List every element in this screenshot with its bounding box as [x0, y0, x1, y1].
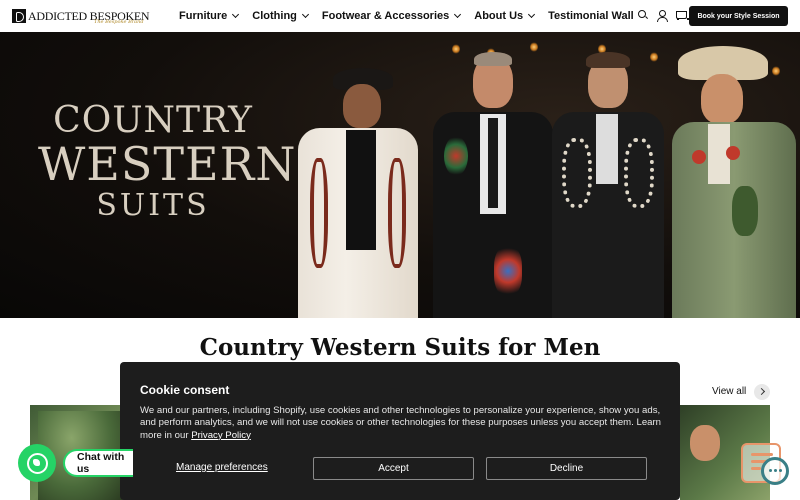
model-figure — [288, 68, 428, 318]
nav-item-about-us[interactable]: About Us — [474, 10, 536, 22]
product-image — [690, 425, 720, 461]
hero-banner[interactable]: COUNTRY WESTERN SUITS — [0, 32, 800, 318]
nav-item-label: Testimonial Wall — [548, 10, 634, 22]
hero-title-line: COUNTRY — [53, 100, 253, 141]
model-figure — [548, 52, 668, 318]
collection-title: Country Western Suits for Men — [199, 334, 601, 361]
text-line — [751, 467, 761, 470]
floral-embroidery — [444, 136, 468, 176]
decline-button[interactable]: Decline — [486, 457, 647, 480]
embroidery-pattern — [562, 138, 592, 208]
hero-title: COUNTRY WESTERN SUITS — [38, 100, 297, 224]
model-figure — [666, 46, 800, 318]
dot — [779, 469, 782, 472]
chevron-down-icon — [454, 10, 462, 19]
chat-label: Chat with us — [77, 451, 125, 475]
accept-button[interactable]: Accept — [313, 457, 474, 480]
model-hair — [586, 52, 630, 68]
rose-embroidery — [726, 146, 740, 160]
floral-embroidery — [494, 246, 522, 296]
logo-tagline: The Bespoke Brand — [94, 19, 144, 25]
cart-icon[interactable] — [675, 9, 689, 21]
user-icon[interactable] — [656, 9, 668, 22]
chevron-down-icon — [301, 10, 309, 19]
nav-item-label: Furniture — [179, 10, 228, 22]
privacy-policy-link[interactable]: Privacy Policy — [191, 430, 251, 441]
header-icons — [637, 9, 694, 22]
light-bulb-icon — [452, 44, 460, 54]
nav-item-label: Clothing — [252, 10, 297, 22]
dot — [774, 469, 777, 472]
hero-title-line: WESTERN — [38, 137, 297, 191]
whatsapp-icon[interactable] — [18, 444, 56, 482]
nav-item-furniture[interactable]: Furniture — [179, 10, 240, 22]
nav-item-label: About Us — [474, 10, 524, 22]
nav-item-testimonial-wall[interactable]: Testimonial Wall — [548, 10, 634, 22]
dot — [769, 469, 772, 472]
brand-logo[interactable]: ADDICTED BESPOKEN The Bespoke Brand — [12, 6, 150, 26]
model-shirt — [346, 130, 376, 250]
light-bulb-icon — [530, 42, 538, 52]
embroidery-pattern — [624, 138, 654, 208]
site-header: ADDICTED BESPOKEN The Bespoke Brand Furn… — [0, 0, 800, 32]
model-head — [701, 74, 743, 124]
model-figure — [428, 52, 558, 318]
chevron-down-icon — [528, 10, 536, 19]
cookie-consent-dialog: Cookie consent We and our partners, incl… — [120, 362, 680, 500]
help-chat-widget[interactable] — [741, 443, 791, 489]
model-head — [343, 84, 381, 128]
search-icon[interactable] — [637, 9, 649, 21]
logo-mark-icon — [12, 9, 26, 23]
model-hair — [474, 52, 512, 66]
cookie-body: We and our partners, including Shopify, … — [140, 405, 665, 442]
hero-title-line: SUITS — [96, 188, 210, 223]
rose-embroidery — [692, 150, 706, 164]
book-style-session-button[interactable]: Book your Style Session — [689, 6, 788, 26]
view-all-link[interactable]: View all — [712, 386, 746, 397]
main-nav: Furniture Clothing Footwear & Accessorie… — [179, 0, 648, 32]
text-line — [751, 453, 773, 456]
chevron-down-icon — [232, 10, 240, 19]
chat-with-us-button[interactable]: Chat with us — [63, 449, 133, 477]
embroidery-pattern — [310, 158, 328, 268]
cookie-title: Cookie consent — [140, 383, 230, 397]
chevron-right-icon[interactable] — [754, 384, 770, 400]
nav-item-label: Footwear & Accessories — [321, 10, 450, 22]
nav-item-footwear-accessories[interactable]: Footwear & Accessories — [321, 10, 462, 22]
nav-item-clothing[interactable]: Clothing — [252, 10, 309, 22]
model-shirt — [596, 114, 618, 184]
embroidery-pattern — [388, 158, 406, 268]
manage-preferences-link[interactable]: Manage preferences — [176, 462, 268, 473]
model-tie — [488, 118, 498, 208]
alligator-embroidery — [732, 186, 758, 236]
